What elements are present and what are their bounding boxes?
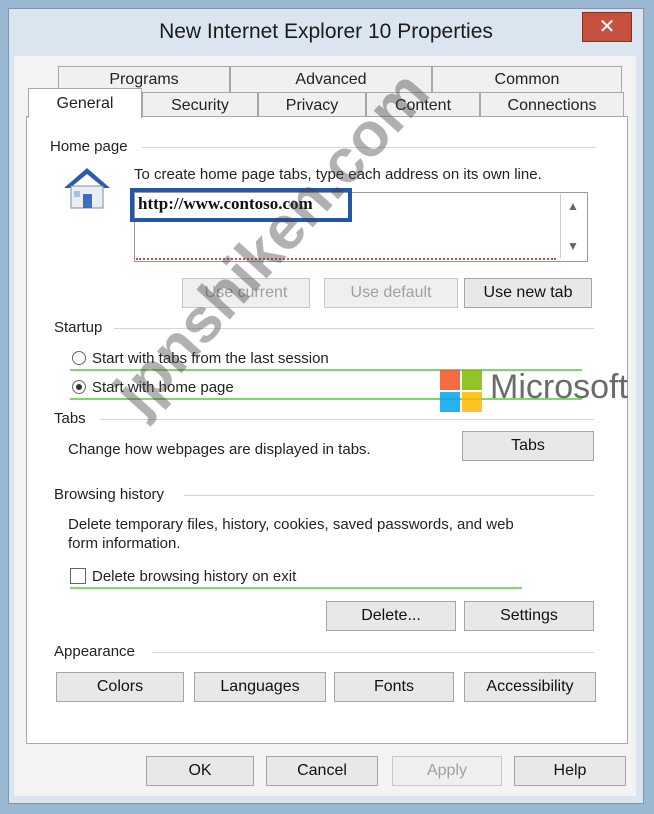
tabs-divider	[100, 419, 594, 420]
scroll-up-icon[interactable]: ▲	[561, 196, 585, 216]
delete-button[interactable]: Delete...	[326, 601, 456, 631]
use-default-button[interactable]: Use default	[324, 278, 458, 308]
fonts-button[interactable]: Fonts	[334, 672, 454, 702]
browsing-history-description-line1: Delete temporary files, history, cookies…	[68, 516, 514, 533]
cancel-button[interactable]: Cancel	[266, 756, 378, 786]
tab-general[interactable]: General	[28, 88, 142, 118]
url-spellcheck-underline	[136, 258, 556, 260]
startup-section-label: Startup	[54, 319, 103, 336]
appearance-section-label: Appearance	[54, 643, 135, 660]
appearance-divider	[152, 652, 594, 653]
tabs-settings-button[interactable]: Tabs	[462, 431, 594, 461]
ok-button[interactable]: OK	[146, 756, 254, 786]
radio-home-page[interactable]	[72, 380, 86, 394]
browsing-history-description-line2: form information.	[68, 535, 181, 552]
scroll-down-icon[interactable]: ▼	[561, 236, 585, 256]
title-bar[interactable]: New Internet Explorer 10 Properties ✕	[8, 8, 644, 54]
languages-button[interactable]: Languages	[194, 672, 326, 702]
use-new-tab-button[interactable]: Use new tab	[464, 278, 592, 308]
tabs-description: Change how webpages are displayed in tab…	[68, 441, 371, 458]
close-button[interactable]: ✕	[582, 12, 632, 42]
delete-on-exit-checkbox[interactable]	[70, 568, 86, 584]
tab-connections[interactable]: Connections	[480, 92, 624, 118]
home-page-house-icon	[64, 168, 110, 209]
delete-on-exit-label[interactable]: Delete browsing history on exit	[92, 568, 296, 585]
accessibility-button[interactable]: Accessibility	[464, 672, 596, 702]
colors-button[interactable]: Colors	[56, 672, 184, 702]
tab-common[interactable]: Common	[432, 66, 622, 92]
radio-last-session[interactable]	[72, 351, 86, 365]
browsing-history-divider	[184, 495, 594, 496]
apply-button[interactable]: Apply	[392, 756, 502, 786]
highlight-underline-delete-on-exit	[70, 587, 522, 589]
window-title: New Internet Explorer 10 Properties	[159, 20, 493, 43]
url-field-scrollbar[interactable]: ▲ ▼	[560, 194, 585, 258]
history-settings-button[interactable]: Settings	[464, 601, 594, 631]
tab-security[interactable]: Security	[142, 92, 258, 118]
tabs-section-label: Tabs	[54, 410, 86, 427]
home-page-section-label: Home page	[50, 138, 128, 155]
browsing-history-section-label: Browsing history	[54, 486, 165, 503]
help-button[interactable]: Help	[514, 756, 626, 786]
microsoft-wordmark: Microsoft	[490, 368, 628, 406]
